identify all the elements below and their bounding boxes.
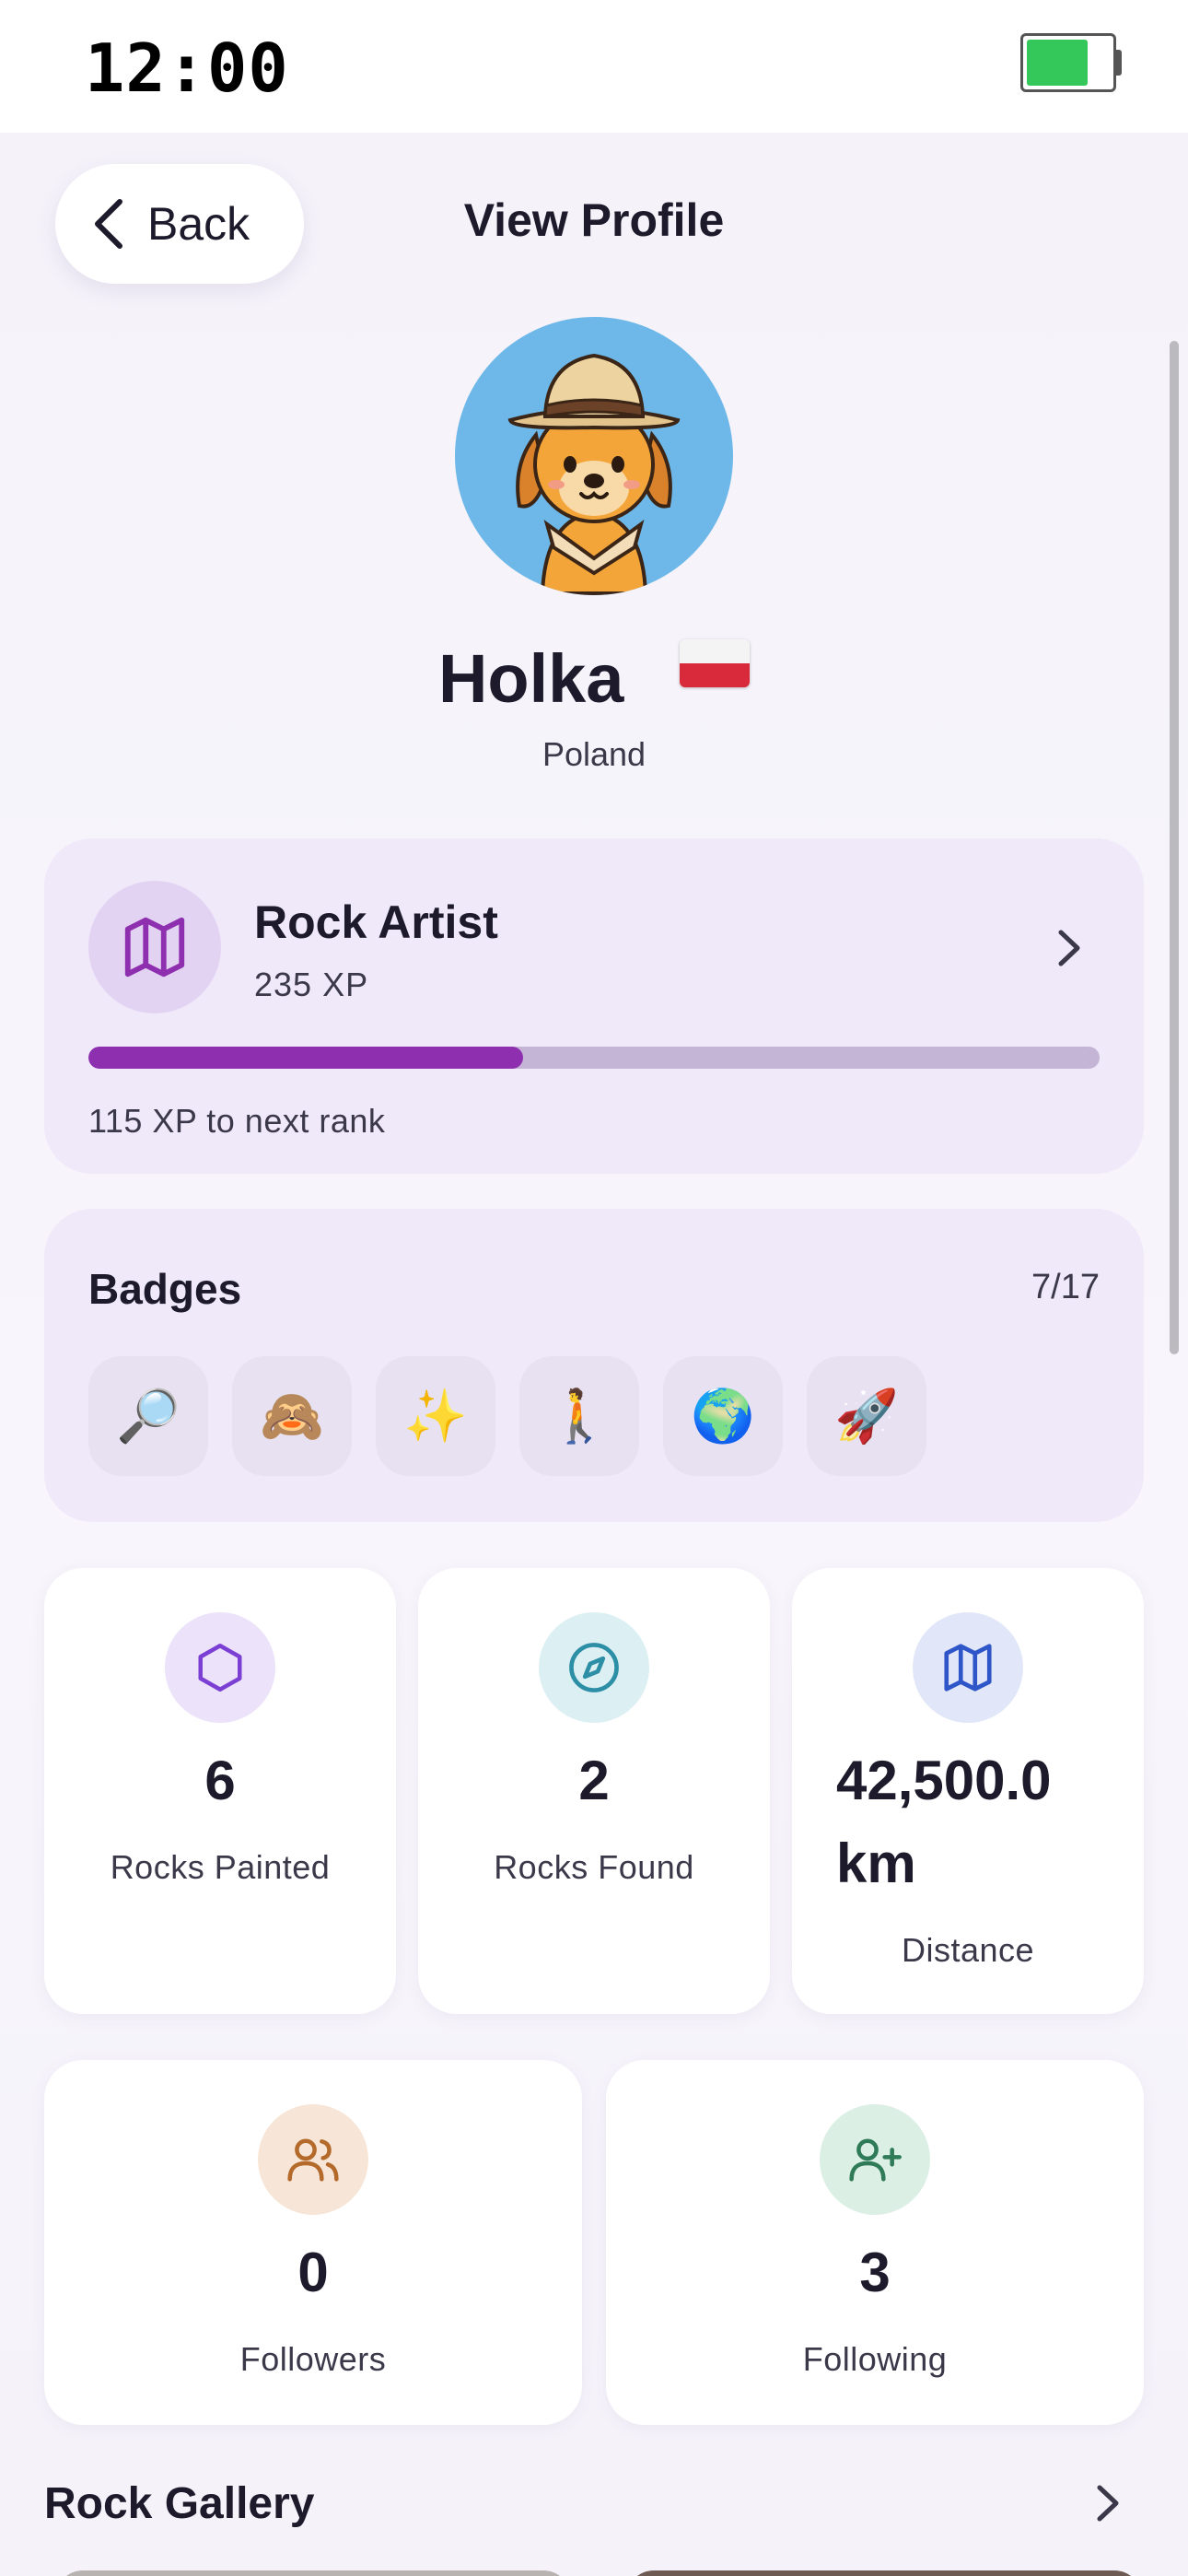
rank-progress-fill <box>88 1047 524 1069</box>
badge-see-no-evil-monkey[interactable]: 🙈 <box>232 1356 352 1476</box>
distance-card[interactable]: 42,500.0 km Distance <box>792 1568 1144 2014</box>
gallery-thumbnail[interactable] <box>626 2570 1142 2576</box>
rocks-painted-card[interactable]: 6 Rocks Painted <box>44 1568 396 2014</box>
compass-icon <box>569 1643 619 1692</box>
rocks-painted-value: 6 <box>204 1750 236 1811</box>
profile-screen: 12:00 Back View Profile Holka Poland Roc… <box>0 0 1188 2576</box>
avatar[interactable] <box>455 317 733 595</box>
rank-progress-bar <box>88 1047 1100 1069</box>
rank-title: Rock Artist <box>254 896 498 948</box>
rank-next-text: 115 XP to next rank <box>88 1102 386 1140</box>
rocks-painted-label: Rocks Painted <box>110 1848 331 1886</box>
rank-icon-circle <box>88 881 221 1013</box>
rank-card[interactable]: Rock Artist 235 XP 115 XP to next rank <box>44 838 1144 1174</box>
rank-xp: 235 XP <box>254 966 369 1003</box>
distance-label: Distance <box>901 1931 1035 1969</box>
followers-label: Followers <box>239 2340 387 2378</box>
map-icon <box>124 917 185 978</box>
following-card[interactable]: 3 Following <box>606 2060 1144 2425</box>
status-time: 12:00 <box>85 29 289 107</box>
following-value: 3 <box>859 2242 891 2303</box>
chevron-right-icon[interactable] <box>1094 2482 1122 2524</box>
hexagon-icon <box>198 1644 242 1692</box>
poland-flag-icon <box>680 639 751 688</box>
users-icon <box>287 2138 339 2182</box>
nav-header: Back View Profile <box>0 133 1188 313</box>
page-title: View Profile <box>463 194 725 246</box>
badges-title: Badges <box>88 1265 242 1313</box>
battery-icon <box>1020 33 1116 92</box>
rocks-found-value: 2 <box>578 1750 610 1811</box>
badges-count: 7/17 <box>1031 1268 1100 1306</box>
distance-icon-circle <box>913 1612 1023 1723</box>
distance-value-line1: 42,500.0 <box>836 1750 1052 1811</box>
badge-list: 🔎 🙈 ✨ 🚶 🌍 🚀 <box>88 1356 926 1476</box>
followers-value: 0 <box>297 2242 329 2303</box>
badge-sparkles[interactable]: ✨ <box>376 1356 495 1476</box>
badge-rocket[interactable]: 🚀 <box>807 1356 926 1476</box>
badge-walking-person[interactable]: 🚶 <box>519 1356 639 1476</box>
rocks-found-icon-circle <box>539 1612 649 1723</box>
rocks-painted-icon-circle <box>165 1612 275 1723</box>
following-icon-circle <box>820 2104 930 2215</box>
status-bar: 12:00 <box>0 0 1188 133</box>
chevron-right-icon <box>1058 930 1080 966</box>
scrollbar[interactable] <box>1170 341 1179 1354</box>
following-label: Following <box>802 2340 948 2378</box>
rock-gallery-title: Rock Gallery <box>44 2479 315 2528</box>
rocks-found-label: Rocks Found <box>494 1848 694 1886</box>
rocks-found-card[interactable]: 2 Rocks Found <box>418 1568 770 2014</box>
map-icon <box>944 1644 992 1692</box>
gallery-thumbnail[interactable] <box>55 2570 571 2576</box>
profile-name-row: Holka <box>0 634 1188 718</box>
battery-tip <box>1116 50 1122 76</box>
badge-magnifier[interactable]: 🔎 <box>88 1356 208 1476</box>
badge-globe[interactable]: 🌍 <box>663 1356 783 1476</box>
followers-icon-circle <box>258 2104 368 2215</box>
distance-value-line2: km <box>836 1832 916 1894</box>
explorer-dog-avatar-icon <box>507 353 681 595</box>
profile-country: Poland <box>542 735 646 773</box>
badges-card: Badges 7/17 🔎 🙈 ✨ 🚶 🌍 🚀 <box>44 1209 1144 1522</box>
user-plus-icon <box>849 2138 902 2182</box>
battery-level <box>1027 40 1088 86</box>
followers-card[interactable]: 0 Followers <box>44 2060 582 2425</box>
profile-name: Holka <box>437 639 624 717</box>
